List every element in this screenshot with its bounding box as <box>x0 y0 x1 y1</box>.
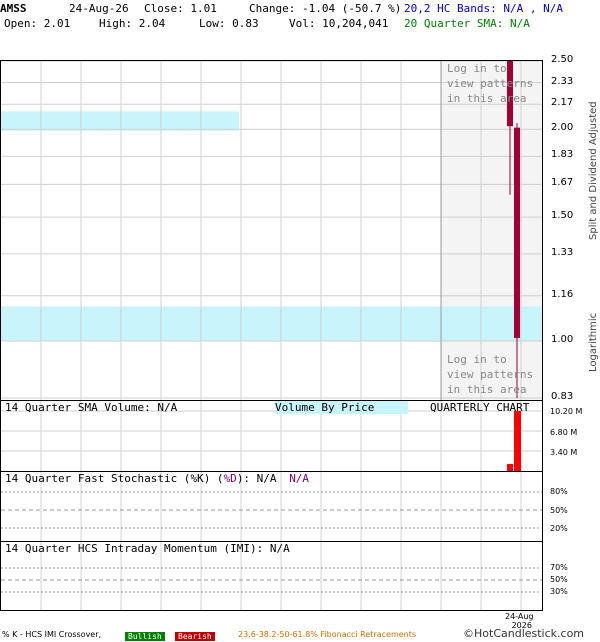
change-value: Change: -1.04 (-50.7 %) <box>249 2 402 15</box>
volume-by-price-label: Volume By Price <box>275 401 409 414</box>
imi-tick-50: 50% <box>550 575 568 584</box>
volume-tick-3: 3.40 M <box>550 448 578 457</box>
logarithmic-label: Logarithmic <box>588 312 599 372</box>
price-tick-label: 1.33 <box>551 246 574 258</box>
footer-crossover: % K - HCS IMI Crossover, <box>2 630 102 639</box>
price-panel: Log in to view patterns in this area Log… <box>0 60 543 401</box>
price-tick-label: 1.83 <box>551 149 574 161</box>
volume-bar <box>514 410 521 471</box>
sma-20: 20 Quarter SMA: N/A <box>404 17 530 30</box>
price-tick-label: 0.83 <box>551 391 574 402</box>
copyright[interactable]: ©HotCandlestick.com <box>463 627 584 640</box>
stoch-tick-50: 50% <box>550 506 568 515</box>
login-top-line-2: view patterns <box>447 77 534 90</box>
login-bottom-line-3: in this area <box>447 383 527 396</box>
imi-panel: 14 Quarter HCS Intraday Momentum (IMI): … <box>0 541 543 611</box>
stoch-tick-80: 80% <box>550 487 568 496</box>
symbol: AMSS <box>0 2 27 15</box>
login-top-line-1: Log in to <box>447 62 507 75</box>
price-tick-label: 1.50 <box>551 210 574 222</box>
candle-body <box>514 127 520 339</box>
login-top-line-3: in this area <box>447 92 527 105</box>
volume-by-price-band <box>1 111 240 131</box>
login-top[interactable]: Log in to view patterns in this area <box>447 61 533 106</box>
stochastic-k-label: %K <box>190 472 204 485</box>
stochastic-label-prefix: 14 Quarter Fast Stochastic ( <box>5 472 191 485</box>
volume-sma-label: 14 Quarter SMA Volume: N/A <box>5 401 178 414</box>
bullish-badge: Bullish <box>125 629 165 642</box>
quarterly-chart-label: QUARTERLY CHART <box>430 401 530 414</box>
split-adjusted-label: Split and Dividend Adjusted <box>588 101 599 240</box>
price-tick-label: 2.33 <box>551 75 574 87</box>
close-value: Close: 1.01 <box>144 2 217 15</box>
volume-value: Vol: 10,204,041 <box>289 17 389 30</box>
open-value: Open: 2.01 <box>4 17 71 30</box>
stoch-tick-20: 20% <box>550 524 568 533</box>
fibonacci-label: 23.6-38.2-50-61.8% Fibonacci Retracement… <box>238 630 417 639</box>
price-tick-label: 1.00 <box>551 334 574 346</box>
volume-tick-2: 6.80 M <box>550 428 578 437</box>
hc-bands: 20,2 HC Bands: N/A , N/A <box>404 2 563 15</box>
stochastic-panel: 14 Quarter Fast Stochastic (%K) (%D): N/… <box>0 471 543 542</box>
date: 24-Aug-26 <box>69 2 129 15</box>
low-value: Low: 0.83 <box>199 17 259 30</box>
bearish-badge: Bearish <box>175 629 215 642</box>
login-bottom-line-1: Log in to <box>447 353 507 366</box>
stochastic-label-sep: ) ( <box>203 472 224 485</box>
login-bottom-line-2: view patterns <box>447 368 534 381</box>
imi-tick-30: 30% <box>550 587 568 596</box>
price-tick-label: 2.00 <box>551 122 574 134</box>
stochastic-d-label: %D <box>223 472 237 485</box>
stochastic-d-value: N/A <box>289 472 310 485</box>
prior-volume-bar <box>507 463 513 471</box>
stochastic-label-suffix: ): N/A <box>236 472 277 485</box>
imi-tick-70: 70% <box>550 563 568 572</box>
x-axis-date-line-1: 24-Aug <box>505 612 534 621</box>
high-value: High: 2.04 <box>99 17 166 30</box>
volume-tick-1: 10.20 M <box>550 407 583 416</box>
volume-by-price-band <box>1 306 542 342</box>
price-tick-label: 2.17 <box>551 97 574 109</box>
price-tick-label: 1.16 <box>551 288 574 300</box>
stochastic-label: 14 Quarter Fast Stochastic (%K) (%D): N/… <box>5 472 309 485</box>
volume-panel: 14 Quarter SMA Volume: N/A Volume By Pri… <box>0 400 543 472</box>
price-tick-label: 2.50 <box>551 54 574 65</box>
login-bottom[interactable]: Log in to view patterns in this area <box>447 352 533 397</box>
price-chart <box>1 61 542 400</box>
login-shade <box>441 61 542 400</box>
imi-label: 14 Quarter HCS Intraday Momentum (IMI): … <box>5 542 290 555</box>
price-tick-label: 1.67 <box>551 177 574 189</box>
